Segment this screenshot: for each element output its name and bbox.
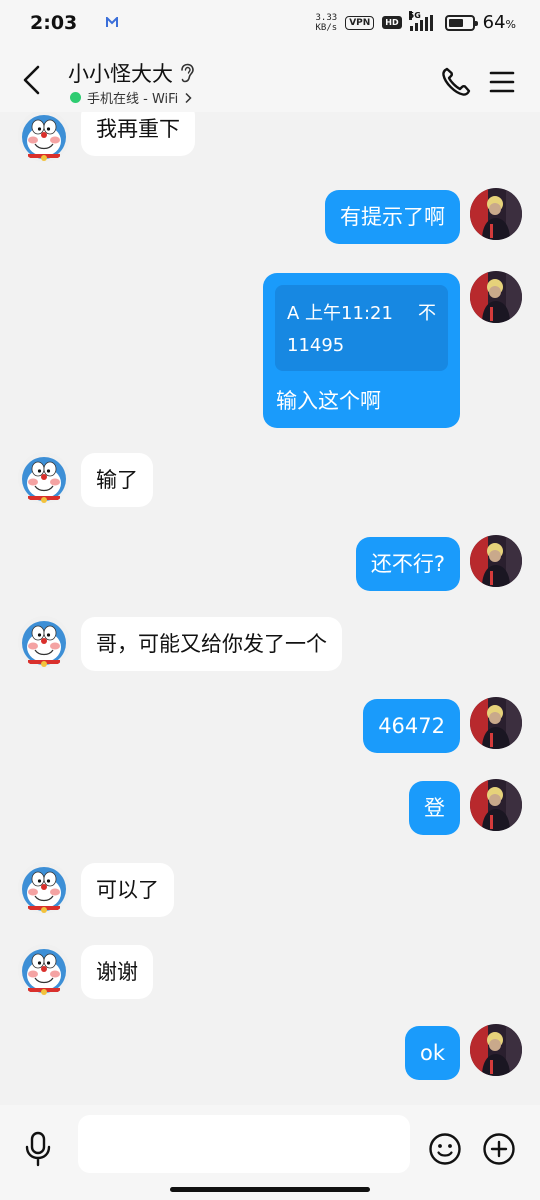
quoted-message[interactable]: A 上午11:21 不 11495 bbox=[275, 285, 448, 371]
message-bubble[interactable]: 哥，可能又给你发了一个 bbox=[81, 617, 342, 671]
back-button[interactable] bbox=[14, 60, 50, 100]
chevron-right-icon bbox=[185, 92, 192, 103]
user-avatar[interactable] bbox=[470, 188, 522, 240]
user-avatar[interactable] bbox=[470, 1024, 522, 1076]
plus-icon bbox=[483, 1133, 515, 1165]
contact-name: 小小怪大大 bbox=[68, 62, 173, 86]
status-bar: 2:03 3.33 KB/s VPN HD 5G 64% bbox=[0, 0, 540, 52]
home-indicator[interactable] bbox=[170, 1187, 370, 1192]
hd-badge: HD bbox=[382, 16, 402, 29]
message-list[interactable]: 我再重下 有提示了啊 A 上午11:21 不 11495 输入这个啊 输了 还不… bbox=[0, 112, 540, 1105]
message-bubble[interactable]: 有提示了啊 bbox=[325, 190, 460, 244]
status-time: 2:03 bbox=[30, 12, 78, 34]
input-bar bbox=[0, 1105, 540, 1200]
voice-input-button[interactable] bbox=[22, 1131, 54, 1167]
message-bubble[interactable]: 输了 bbox=[81, 453, 153, 507]
user-avatar[interactable] bbox=[470, 697, 522, 749]
status-indicators: 3.33 KB/s VPN HD 5G 64% bbox=[315, 10, 516, 33]
chevron-left-icon bbox=[23, 65, 40, 95]
contact-name-area[interactable]: 小小怪大大 bbox=[68, 58, 195, 88]
message-bubble[interactable]: 可以了 bbox=[81, 863, 174, 917]
emoji-icon bbox=[429, 1133, 461, 1165]
quote-header: A 上午11:21 bbox=[287, 303, 393, 324]
message-bubble[interactable]: 我再重下 bbox=[81, 112, 195, 156]
voice-call-button[interactable] bbox=[438, 64, 474, 100]
network-type: 5G bbox=[408, 10, 421, 20]
more-actions-button[interactable] bbox=[482, 1132, 516, 1166]
contact-status[interactable]: 手机在线 - WiFi bbox=[70, 88, 192, 107]
quoted-message-bubble[interactable]: A 上午11:21 不 11495 输入这个啊 bbox=[263, 273, 460, 428]
message-bubble[interactable]: 还不行? bbox=[355, 537, 460, 591]
message-input[interactable] bbox=[78, 1115, 410, 1173]
user-avatar[interactable] bbox=[470, 535, 522, 587]
phone-icon bbox=[442, 67, 471, 96]
contact-status-text: 手机在线 - WiFi bbox=[87, 92, 179, 107]
battery-icon bbox=[444, 14, 478, 31]
message-bubble[interactable]: ok bbox=[404, 1026, 460, 1080]
contact-avatar[interactable] bbox=[18, 112, 70, 162]
contact-avatar[interactable] bbox=[18, 616, 70, 668]
chat-header: 小小怪大大 手机在线 - WiFi bbox=[0, 52, 540, 112]
battery-level-fill bbox=[448, 18, 463, 27]
contact-avatar[interactable] bbox=[18, 452, 70, 504]
menu-button[interactable] bbox=[486, 66, 518, 98]
contact-avatar[interactable] bbox=[18, 944, 70, 996]
vpn-badge: VPN bbox=[345, 15, 375, 30]
network-speed: 3.33 KB/s bbox=[315, 12, 338, 33]
signal-icon: 5G bbox=[408, 10, 433, 31]
message-bubble[interactable]: 谢谢 bbox=[81, 945, 153, 999]
mail-notification-icon bbox=[106, 17, 118, 27]
user-avatar[interactable] bbox=[470, 271, 522, 323]
hamburger-menu-icon bbox=[489, 71, 515, 93]
quote-header-extra: 不 bbox=[418, 303, 436, 324]
ear-icon bbox=[181, 63, 194, 83]
online-indicator bbox=[70, 92, 81, 103]
emoji-button[interactable] bbox=[428, 1132, 462, 1166]
contact-avatar[interactable] bbox=[18, 862, 70, 914]
user-avatar[interactable] bbox=[470, 779, 522, 831]
quote-content: 11495 bbox=[287, 335, 345, 356]
message-bubble[interactable]: 46472 bbox=[363, 699, 460, 753]
battery-percent: 64% bbox=[482, 12, 516, 33]
microphone-icon bbox=[25, 1131, 51, 1167]
message-bubble[interactable]: 登 bbox=[409, 781, 460, 835]
message-text: 输入这个啊 bbox=[276, 389, 381, 413]
